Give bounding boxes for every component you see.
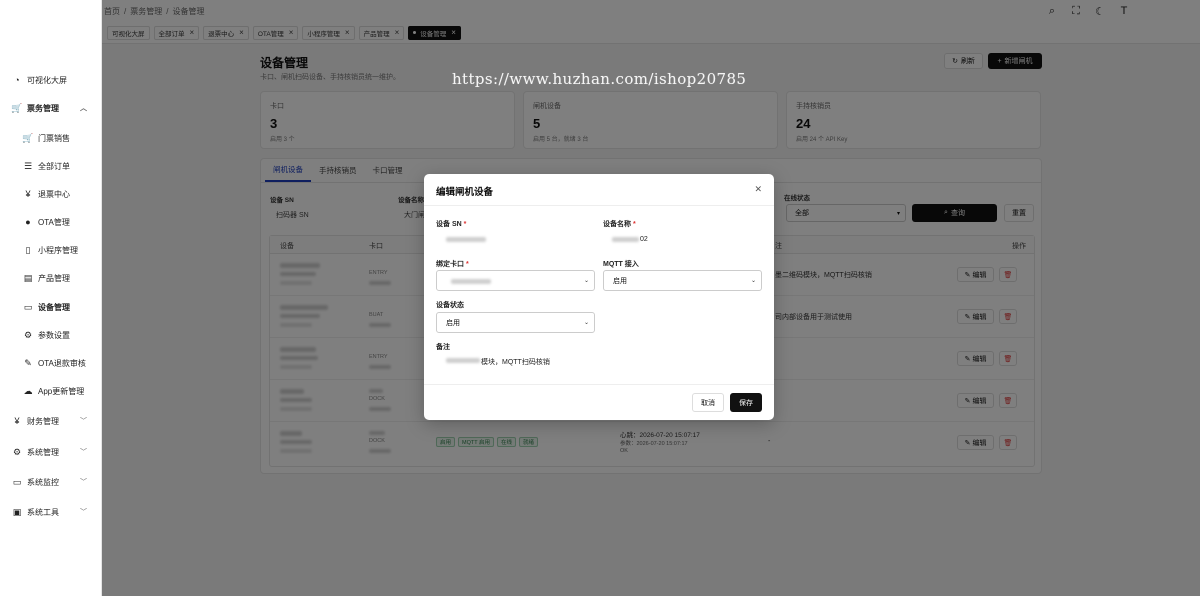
phone-icon: ▯ — [25, 244, 31, 255]
sidebar-item-ticket-sales[interactable]: 🛒 门票销售 — [0, 124, 102, 152]
sidebar-item-tools[interactable]: ▣ 系统工具 ﹀ — [0, 498, 102, 526]
cart-icon: 🛒 — [22, 132, 34, 143]
sidebar-item-ota-refund[interactable]: ✎ OTA退款审核 — [0, 349, 102, 377]
cloud-icon: ☁ — [23, 385, 33, 396]
watermark-text: https://www.huzhan.com/ishop20785 — [452, 70, 747, 88]
status-label: 设备状态 — [436, 302, 464, 309]
file-icon: ▤ — [23, 272, 33, 283]
note-value[interactable]: 模块，MQTT扫码核销 — [481, 357, 550, 367]
chevron-up-icon: ︿ — [80, 105, 87, 112]
mqtt-select[interactable]: 启用 ⌄ — [603, 270, 762, 291]
modal-title: 编辑闸机设备 — [436, 187, 494, 198]
gear-icon: ⚙ — [12, 446, 22, 457]
gate-select[interactable]: ⌄ — [436, 270, 595, 291]
sn-label: 设备 SN * — [436, 221, 467, 228]
sidebar-item-app-update[interactable]: ☁ App更新管理 — [0, 377, 102, 405]
gate-label: 绑定卡口 * — [436, 261, 469, 268]
sidebar-item-params[interactable]: ⚙ 参数设置 — [0, 321, 102, 349]
chevron-down-icon: ⌄ — [750, 278, 756, 284]
save-button[interactable]: 保存 — [730, 393, 762, 412]
sidebar-item-ota[interactable]: ● OTA管理 — [0, 208, 102, 236]
note-label: 备注 — [436, 344, 450, 351]
sidebar-item-ticketing[interactable]: 🛒 票务管理 ︿ — [0, 94, 102, 122]
chevron-down-icon: ﹀ — [80, 418, 87, 425]
list-icon: ☰ — [23, 160, 33, 171]
sidebar-item-dashboard[interactable]: ◔ 可视化大屏 — [0, 66, 102, 94]
cart-icon: 🛒 — [11, 102, 23, 113]
chevron-down-icon: ﹀ — [80, 479, 87, 486]
gear-icon: ⚙ — [23, 329, 33, 340]
name-label: 设备名称 * — [603, 221, 636, 228]
sidebar-item-system[interactable]: ⚙ 系统管理 ﹀ — [0, 438, 102, 466]
dashboard-icon: ◔ — [14, 75, 20, 85]
monitor-icon: ▭ — [12, 476, 22, 487]
sidebar-item-monitor[interactable]: ▭ 系统监控 ﹀ — [0, 468, 102, 496]
sidebar-item-all-orders[interactable]: ☰ 全部订单 — [0, 152, 102, 180]
monitor-icon: ▭ — [23, 301, 33, 312]
close-icon[interactable]: ✕ — [754, 184, 762, 195]
yen-icon: ¥ — [25, 189, 31, 199]
chevron-down-icon: ⌄ — [583, 320, 589, 326]
status-select[interactable]: 启用 ⌄ — [436, 312, 595, 333]
sidebar-item-devices[interactable]: ▭ 设备管理 — [0, 293, 102, 321]
sidebar-item-miniprogram[interactable]: ▯ 小程序管理 — [0, 236, 102, 264]
edit-icon: ✎ — [24, 357, 32, 368]
sidebar-item-refund-center[interactable]: ¥ 退票中心 — [0, 180, 102, 208]
sidebar-item-products[interactable]: ▤ 产品管理 — [0, 264, 102, 292]
chevron-down-icon: ﹀ — [80, 449, 87, 456]
globe-icon: ● — [25, 217, 31, 227]
name-value[interactable]: 02 — [640, 236, 648, 243]
chevron-down-icon: ⌄ — [583, 278, 589, 284]
cancel-button[interactable]: 取消 — [692, 393, 724, 412]
yen-icon: ¥ — [14, 416, 20, 426]
sidebar: ◔ 可视化大屏 🛒 票务管理 ︿ 🛒 门票销售 ☰ 全部订单 ¥ 退票中心 ● OTA管理 … — [0, 0, 102, 596]
sn-value-blurred — [446, 237, 486, 242]
toolbox-icon: ▣ — [12, 506, 22, 517]
mqtt-label: MQTT 接入 — [603, 261, 639, 268]
chevron-down-icon: ﹀ — [80, 509, 87, 516]
sidebar-item-finance[interactable]: ¥ 财务管理 ﹀ — [0, 407, 102, 435]
edit-gate-modal: 编辑闸机设备 ✕ 设备 SN * 设备名称 * 02 绑定卡口 * ⌄ MQTT 接入… — [424, 174, 774, 420]
